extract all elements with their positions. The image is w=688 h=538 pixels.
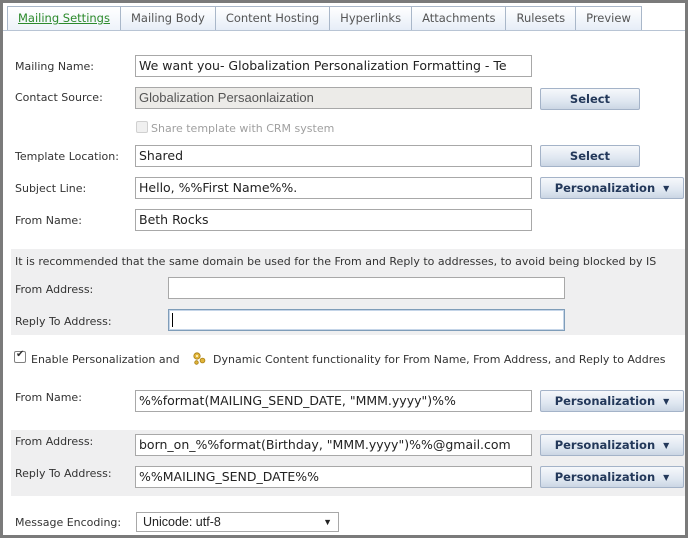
tab-mailing-settings[interactable]: Mailing Settings <box>7 6 121 30</box>
subject-personalization-button[interactable]: Personalization ▼ <box>540 177 684 199</box>
subject-line-input[interactable]: Hello, %%First Name%%. <box>135 177 532 199</box>
chevron-down-icon: ▼ <box>663 441 670 450</box>
tab-divider <box>3 30 685 31</box>
message-encoding-value: Unicode: utf-8 <box>143 515 221 529</box>
message-encoding-label: Message Encoding: <box>15 516 122 529</box>
select-label: Select <box>569 149 611 163</box>
chevron-down-icon: ▼ <box>663 184 670 193</box>
from-name-label: From Name: <box>15 214 82 227</box>
share-template-label: Share template with CRM system <box>151 122 335 135</box>
dynamic-content-icon <box>193 352 206 365</box>
contact-source-label: Contact Source: <box>15 91 103 104</box>
domain-recommendation-panel: It is recommended that the same domain b… <box>11 249 685 335</box>
p-from-name-input[interactable]: %%format(MAILING_SEND_DATE, "MMM.yyyy")%… <box>135 390 532 412</box>
tab-rulesets[interactable]: Rulesets <box>505 6 577 30</box>
domain-notice-text: It is recommended that the same domain b… <box>15 255 657 268</box>
from-address-personalization-button[interactable]: Personalization ▼ <box>540 434 684 456</box>
chevron-down-icon: ▼ <box>663 397 670 406</box>
chevron-down-icon: ▼ <box>663 473 670 482</box>
tab-preview[interactable]: Preview <box>575 6 642 30</box>
personalization-label: Personalization <box>554 470 656 484</box>
subject-line-label: Subject Line: <box>15 182 87 195</box>
tab-hyperlinks[interactable]: Hyperlinks <box>329 6 413 30</box>
message-encoding-select[interactable]: Unicode: utf-8 ▼ <box>136 512 339 532</box>
reply-to-address-label: Reply To Address: <box>15 315 112 328</box>
personalization-label: Personalization <box>554 438 656 452</box>
from-name-input[interactable]: Beth Rocks <box>135 209 532 231</box>
select-label: Select <box>569 92 611 106</box>
enable-personalization-checkbox[interactable] <box>14 349 26 363</box>
contact-source-select-button[interactable]: Select <box>540 88 640 110</box>
p-from-address-label: From Address: <box>15 435 94 448</box>
tab-content-hosting[interactable]: Content Hosting <box>214 6 331 30</box>
from-name-personalization-button[interactable]: Personalization ▼ <box>540 390 684 412</box>
p-from-name-label: From Name: <box>15 391 82 404</box>
text-caret <box>172 312 173 327</box>
dropdown-arrow-icon: ▼ <box>323 517 332 527</box>
template-location-select-button[interactable]: Select <box>540 145 640 167</box>
personalization-label: Personalization <box>554 181 656 195</box>
tab-bar: Mailing Settings Mailing Body Content Ho… <box>7 6 642 30</box>
reply-to-personalization-button[interactable]: Personalization ▼ <box>540 466 684 488</box>
dynamic-content-label: Dynamic Content functionality for From N… <box>213 353 666 366</box>
contact-source-input: Globalization Persaonlaization <box>135 87 532 109</box>
mailing-settings-window: Mailing Settings Mailing Body Content Ho… <box>0 0 688 538</box>
mailing-name-input[interactable]: We want you- Globalization Personalizati… <box>135 55 532 77</box>
tab-attachments[interactable]: Attachments <box>411 6 507 30</box>
enable-personalization-label: Enable Personalization and <box>31 353 180 366</box>
p-reply-to-address-label: Reply To Address: <box>15 467 112 480</box>
from-address-label: From Address: <box>15 283 94 296</box>
reply-to-address-input[interactable] <box>168 309 565 331</box>
mailing-name-label: Mailing Name: <box>15 60 95 73</box>
template-location-label: Template Location: <box>15 150 119 163</box>
from-address-input[interactable] <box>168 277 565 299</box>
share-template-checkbox[interactable] <box>136 121 148 133</box>
p-reply-to-address-input[interactable]: %%MAILING_SEND_DATE%% <box>135 466 532 488</box>
personalized-address-panel: From Address: born_on_%%format(Birthday,… <box>11 430 685 496</box>
tab-mailing-body[interactable]: Mailing Body <box>119 6 216 30</box>
template-location-input[interactable]: Shared <box>135 145 532 167</box>
personalization-label: Personalization <box>554 394 656 408</box>
p-from-address-input[interactable]: born_on_%%format(Birthday, "MMM.yyyy")%%… <box>135 434 532 456</box>
